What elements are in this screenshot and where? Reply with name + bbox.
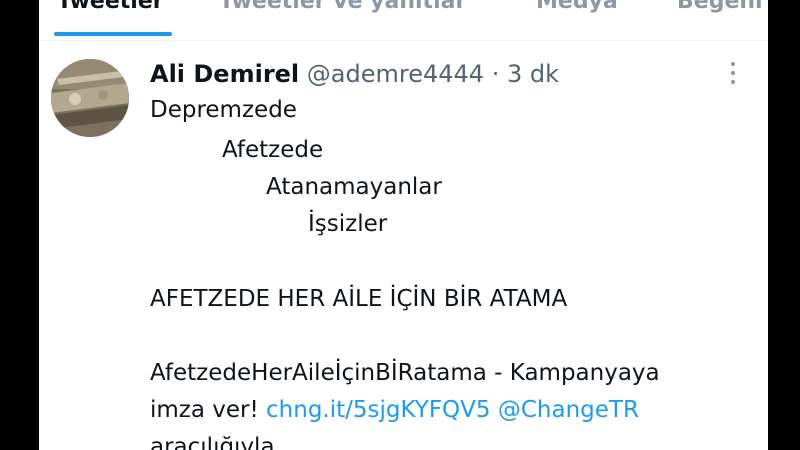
- author-name[interactable]: Ali Demirel: [150, 60, 299, 88]
- avatar-photo: [51, 59, 129, 137]
- profile-timeline: Tweetler Tweetler ve yanıtlar Medya Beğe…: [39, 0, 768, 450]
- tweet-text-line: imza ver! chng.it/5sjgKYFQV5 @ChangeTR: [150, 394, 639, 426]
- active-tab-indicator: [54, 32, 172, 36]
- tweet-text-segment: imza ver!: [150, 397, 259, 423]
- tweet-text-line: aracılığıyla: [150, 434, 275, 450]
- tweet-text-line: AfetzedeHerAileİçinBİRatama - Kampanyaya: [150, 360, 660, 386]
- meta-separator: ·: [491, 60, 500, 88]
- tweet-text-line: Afetzede: [222, 137, 324, 163]
- tab-tweets[interactable]: Tweetler: [57, 0, 164, 18]
- more-vertical-icon[interactable]: [719, 58, 747, 88]
- tab-likes[interactable]: Beğeni: [677, 0, 763, 18]
- tweet-text-line: AFETZEDE HER AİLE İÇİN BİR ATAMA: [150, 286, 568, 312]
- tweet-text-line: Depremzede: [150, 97, 297, 123]
- tweet-header: Ali Demirel @ademre4444 · 3 dk: [150, 58, 559, 90]
- tweet-text-line: İşsizler: [308, 211, 388, 237]
- tab-tweets-and-replies[interactable]: Tweetler ve yanıtlar: [219, 0, 466, 18]
- mention-link[interactable]: @ChangeTR: [498, 397, 639, 423]
- tweet-text-line: Atanamayanlar: [266, 174, 442, 200]
- tweet-time[interactable]: 3 dk: [507, 60, 559, 88]
- tweet-link[interactable]: chng.it/5sjgKYFQV5: [266, 397, 491, 423]
- avatar[interactable]: [51, 59, 129, 137]
- profile-tabs: Tweetler Tweetler ve yanıtlar Medya Beğe…: [39, 0, 768, 41]
- tab-media[interactable]: Medya: [536, 0, 618, 18]
- author-handle[interactable]: @ademre4444: [307, 60, 484, 88]
